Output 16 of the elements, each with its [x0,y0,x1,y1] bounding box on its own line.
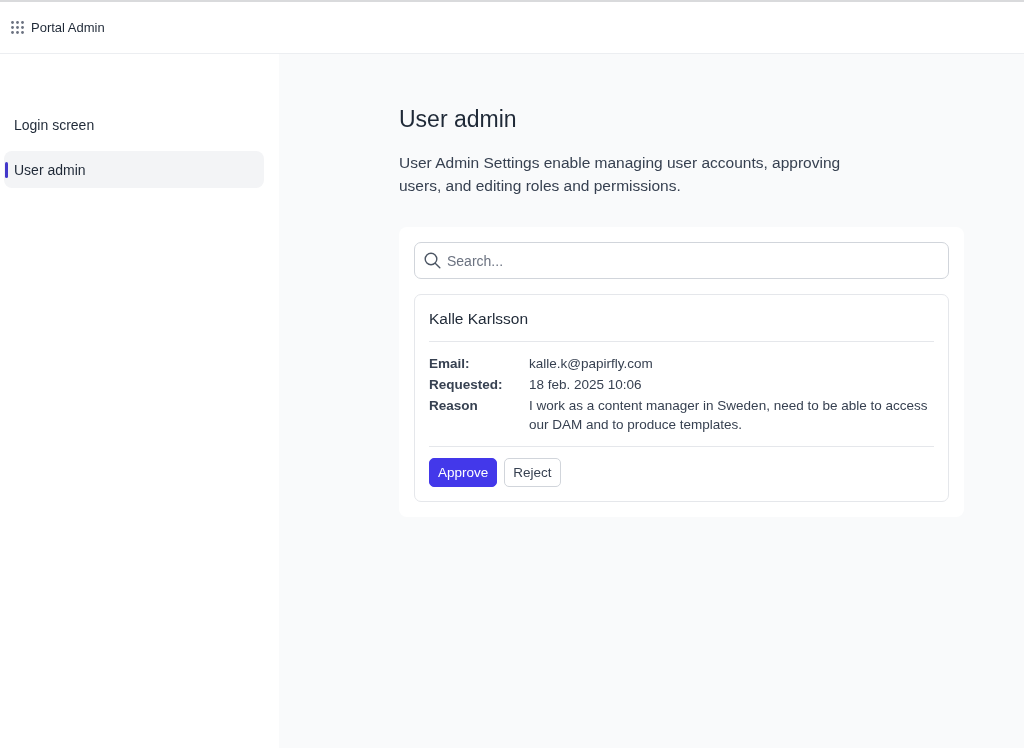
page-description: User Admin Settings enable managing user accounts, approving users, and editing roles and permissions. [399,153,842,196]
apps-grid-icon[interactable] [11,21,24,34]
field-value: I work as a content manager in Sweden, need to be able to access our DAM and to produce templates. [529,397,929,434]
app-title: Portal Admin [31,20,105,35]
sidebar-item[interactable]: Login screen [4,106,264,143]
sidebar-item[interactable]: User admin [4,151,264,188]
field-value: 18 feb. 2025 10:06 [529,376,643,394]
field-value: kalle.k@papirfly.com [529,355,654,373]
approve-button[interactable]: Approve [429,458,498,487]
reject-button[interactable]: Reject [504,458,561,487]
user-name: Kalle Karlsson [429,295,934,342]
field-label: Requested: [429,376,504,394]
field-label: Email: [429,355,471,373]
field-label: Reason [429,397,479,415]
search-field[interactable]: Search... [414,242,949,279]
page-title: User admin [399,106,518,133]
